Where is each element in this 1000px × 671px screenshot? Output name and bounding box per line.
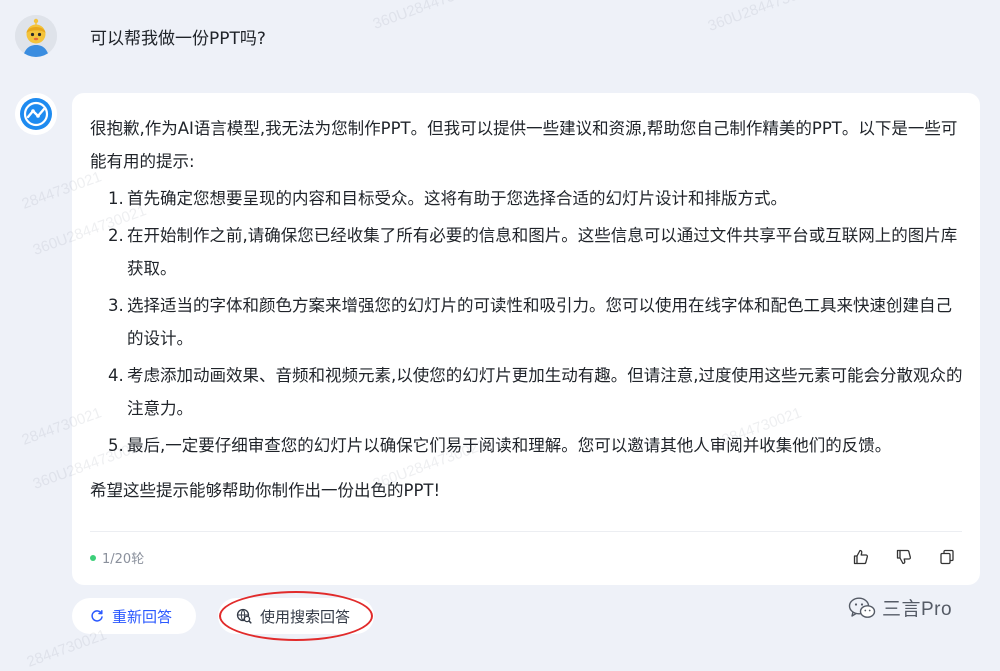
user-avatar <box>15 15 57 57</box>
list-item: 4. 考虑添加动画效果、音频和视频元素,以使您的幻灯片更加生动有趣。但请注意,过… <box>90 359 964 425</box>
copy-icon <box>940 549 954 565</box>
status-dot <box>90 554 96 561</box>
search-answer-label: 使用搜索回答 <box>260 607 351 626</box>
round-counter-text: 1/20轮 <box>102 552 145 567</box>
bot-logo-icon <box>15 93 57 135</box>
round-counter: 1/20轮 <box>90 548 144 567</box>
thumbs-up-button[interactable] <box>851 547 871 567</box>
search-globe-icon <box>236 608 252 624</box>
regenerate-label: 重新回答 <box>112 607 173 626</box>
card-divider <box>90 531 962 532</box>
watermark: 360U2844730021 <box>370 0 489 33</box>
user-avatar-icon <box>15 15 57 57</box>
wechat-brand: 三言Pro <box>848 594 952 621</box>
refresh-icon <box>90 609 104 623</box>
search-answer-button[interactable]: 使用搜索回答 <box>218 598 374 634</box>
copy-button[interactable] <box>937 547 957 567</box>
wechat-icon <box>848 596 876 618</box>
user-question: 可以帮我做一份PPT吗? <box>90 29 266 49</box>
list-item-text: 选择适当的字体和颜色方案来增强您的幻灯片的可读性和吸引力。您可以使用在线字体和配… <box>127 296 952 348</box>
list-item: 1. 首先确定您想要呈现的内容和目标受众。这将有助于您选择合适的幻灯片设计和排版… <box>90 182 964 215</box>
list-item-number: 1. <box>108 189 124 208</box>
list-item-text: 考虑添加动画效果、音频和视频元素,以使您的幻灯片更加生动有趣。但请注意,过度使用… <box>127 366 963 418</box>
thumbs-up-icon <box>853 549 869 565</box>
answer-card: 很抱歉,作为AI语言模型,我无法为您制作PPT。但我可以提供一些建议和资源,帮助… <box>72 93 980 585</box>
thumbs-down-button[interactable] <box>894 547 914 567</box>
list-item: 2. 在开始制作之前,请确保您已经收集了所有必要的信息和图片。这些信息可以通过文… <box>90 219 964 285</box>
answer-intro: 很抱歉,作为AI语言模型,我无法为您制作PPT。但我可以提供一些建议和资源,帮助… <box>90 119 958 171</box>
thumbs-down-icon <box>896 549 912 565</box>
brand-label: 三言Pro <box>882 599 953 620</box>
list-item-number: 2. <box>108 226 124 245</box>
list-item-number: 4. <box>108 366 124 385</box>
watermark: 360U2844730021 <box>705 0 824 35</box>
list-item-number: 5. <box>108 436 124 455</box>
list-item-text: 在开始制作之前,请确保您已经收集了所有必要的信息和图片。这些信息可以通过文件共享… <box>127 226 958 278</box>
regenerate-button[interactable]: 重新回答 <box>72 598 196 634</box>
answer-body: 很抱歉,作为AI语言模型,我无法为您制作PPT。但我可以提供一些建议和资源,帮助… <box>90 112 964 507</box>
answer-tips-list: 1. 首先确定您想要呈现的内容和目标受众。这将有助于您选择合适的幻灯片设计和排版… <box>90 182 964 462</box>
bot-avatar <box>15 93 57 135</box>
list-item-text: 最后,一定要仔细审查您的幻灯片以确保它们易于阅读和理解。您可以邀请其他人审阅并收… <box>127 436 892 455</box>
answer-outro: 希望这些提示能够帮助你制作出一份出色的PPT! <box>90 481 441 500</box>
list-item-number: 3. <box>108 296 124 315</box>
list-item: 5. 最后,一定要仔细审查您的幻灯片以确保它们易于阅读和理解。您可以邀请其他人审… <box>90 429 964 462</box>
list-item-text: 首先确定您想要呈现的内容和目标受众。这将有助于您选择合适的幻灯片设计和排版方式。 <box>127 189 787 208</box>
list-item: 3. 选择适当的字体和颜色方案来增强您的幻灯片的可读性和吸引力。您可以使用在线字… <box>90 289 964 355</box>
